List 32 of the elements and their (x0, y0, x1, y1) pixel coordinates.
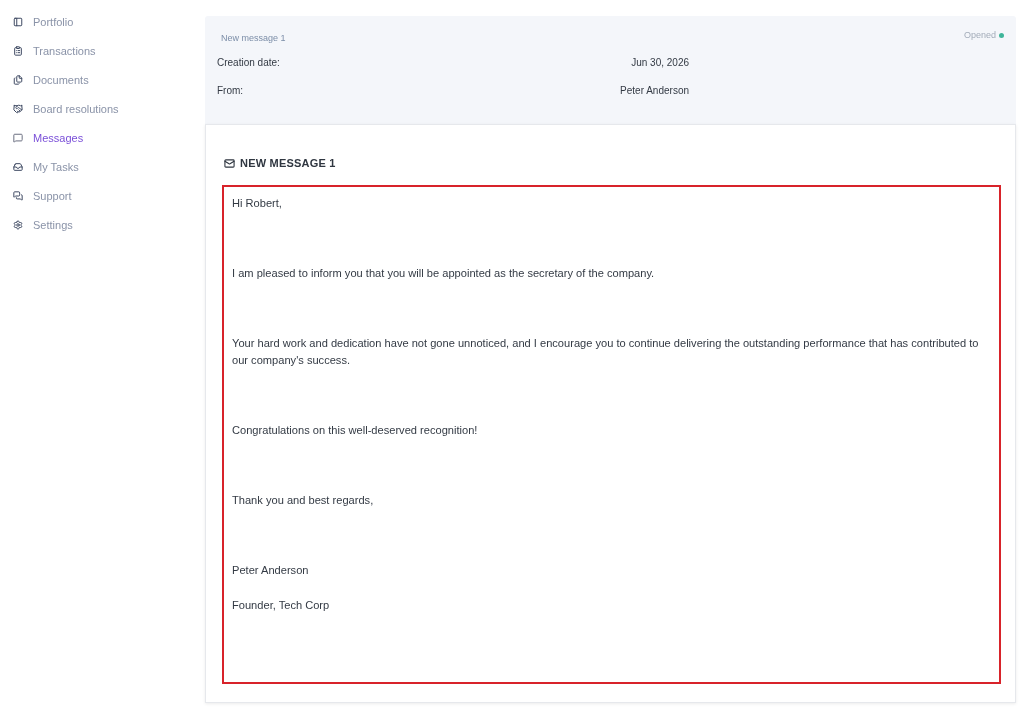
sidebar-item[interactable]: Portfolio (13, 13, 74, 31)
sidebar-item[interactable]: Support (13, 187, 72, 205)
settings-icon (13, 220, 23, 230)
chat-bubbles-icon (13, 191, 23, 201)
message-paragraph: Hi Robert, (232, 196, 283, 211)
sidebar-item[interactable]: Messages (13, 129, 84, 147)
signature-line: Founder, Tech Corp (232, 598, 331, 613)
sidebar-item[interactable]: Settings (13, 216, 73, 234)
sidebar-item[interactable]: Transactions (13, 42, 96, 60)
mail-icon (224, 157, 235, 169)
sidebar-item[interactable]: My Tasks (13, 158, 79, 176)
panel-icon (13, 17, 23, 27)
message-paragraph: Congratulations on this well-deserved recognition! (232, 423, 479, 438)
sidebar-item[interactable]: Documents (13, 71, 89, 89)
message-paragraph: Thank you and best regards, (232, 493, 375, 508)
files-icon (13, 75, 23, 85)
chat-bubble-icon (13, 133, 23, 143)
message-paragraph: I am pleased to inform you that you will be appointed as the secretary of the company. (232, 266, 656, 281)
message-title: NEW MESSAGE 1 (240, 157, 336, 169)
message-subject: New message 1 (221, 33, 286, 43)
clipboard-icon (13, 46, 23, 56)
message-paragraph: Your hard work and dedication have not gone unnoticed, and I encourage you to continue delivering the outstanding performance that has contributed to our company's success. (232, 336, 980, 368)
field-label: Creation date: (217, 56, 281, 68)
inbox-tray-icon (13, 162, 23, 172)
field-value: Peter Anderson (620, 84, 689, 96)
handshake-icon (13, 104, 23, 114)
sidebar-item[interactable]: Board resolutions (13, 100, 119, 118)
signature-line: Peter Anderson (232, 563, 310, 578)
field-value: Jun 30, 2026 (631, 56, 689, 68)
status-dot-icon (999, 32, 1004, 38)
field-label: From: (217, 84, 245, 96)
status-label: Opened (963, 30, 996, 40)
